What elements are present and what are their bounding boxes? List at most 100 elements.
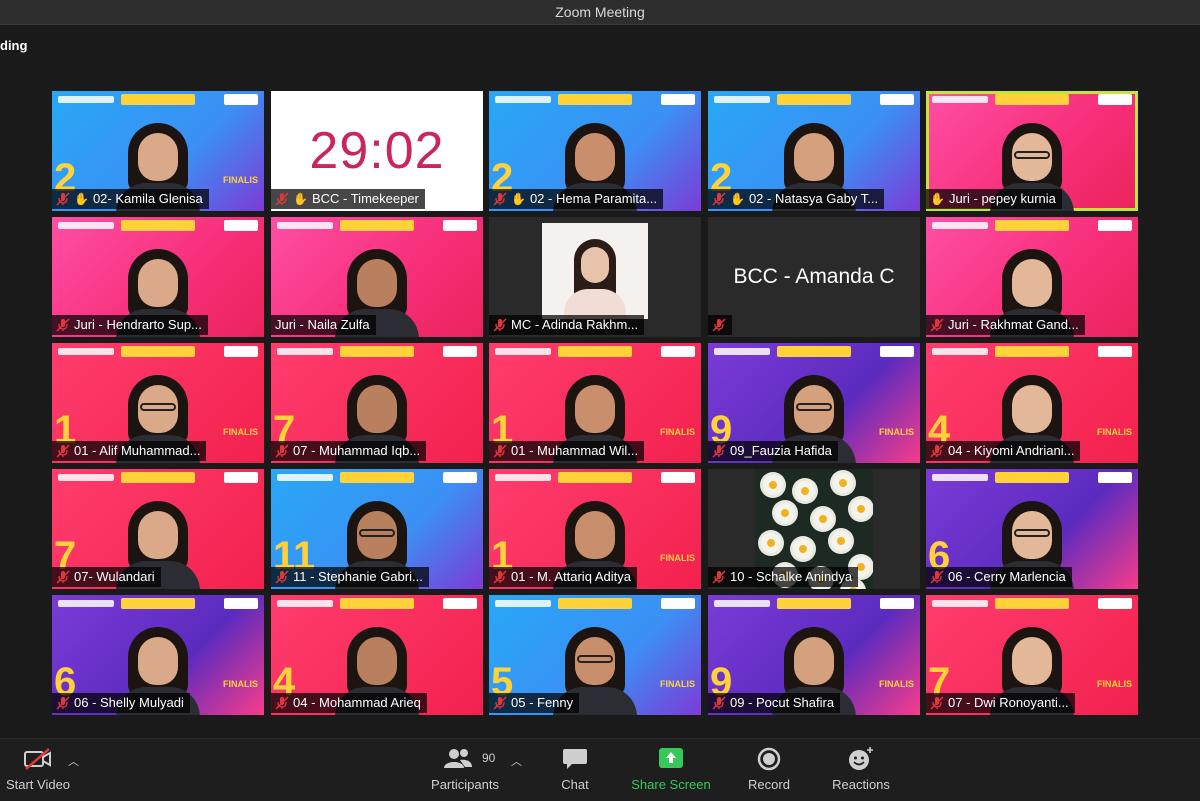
video-tile[interactable]: 6 FINALIS 06 - Shelly Mulyadi xyxy=(52,595,264,715)
mic-muted-icon xyxy=(56,318,70,332)
name-banner xyxy=(995,598,1069,609)
mic-muted-icon xyxy=(712,696,726,710)
participant-name: 09_Fauzia Hafida xyxy=(730,443,832,458)
raised-hand-icon: ✋ xyxy=(74,192,89,206)
recording-indicator: ding xyxy=(0,38,28,53)
video-tile[interactable]: 10 - Schalke Anindya xyxy=(708,469,920,589)
participant-name: MC - Adinda Rakhm... xyxy=(511,317,639,332)
video-tile[interactable]: 7 FINALIS 07 - Dwi Ronoyanti... xyxy=(926,595,1138,715)
mic-muted-icon xyxy=(275,444,289,458)
raised-hand-icon: ✋ xyxy=(511,192,526,206)
record-label: Record xyxy=(748,777,790,792)
participant-name-label: 07 - Muhammad Iqb... xyxy=(271,441,427,461)
sponsor-logos xyxy=(495,474,551,481)
participant-name: 02- Kamila Glenisa xyxy=(92,191,203,206)
video-tile[interactable]: 11 11 - Stephanie Gabri... xyxy=(271,469,483,589)
video-options-caret-icon[interactable]: ︿ xyxy=(68,753,79,769)
mic-muted-icon xyxy=(493,696,507,710)
participant-name-label: 09_Fauzia Hafida xyxy=(708,441,838,461)
video-tile[interactable]: MC - Adinda Rakhm... xyxy=(489,217,701,337)
participant-name: Juri - Rakhmat Gand... xyxy=(948,317,1079,332)
video-tile[interactable]: Juri - Naila Zulfa xyxy=(271,217,483,337)
video-tile[interactable]: 2 FINALIS ✋ 02- Kamila Glenisa xyxy=(52,91,264,211)
name-banner xyxy=(558,598,632,609)
sponsor-logos xyxy=(495,348,551,355)
start-video-label: Start Video xyxy=(5,777,71,792)
name-banner xyxy=(558,346,632,357)
reactions-icon xyxy=(847,747,875,774)
video-tile[interactable]: ✋ Juri - pepey kurnia xyxy=(926,91,1138,211)
participant-name: 11 - Stephanie Gabri... xyxy=(293,569,423,584)
participants-button[interactable]: 90 Participants xyxy=(420,739,510,801)
event-logo xyxy=(1098,472,1132,483)
event-logo xyxy=(224,598,258,609)
event-logo xyxy=(443,472,477,483)
video-tile[interactable]: 4 FINALIS 04 - Kiyomi Andriani... xyxy=(926,343,1138,463)
video-tile[interactable]: 1 FINALIS 01 - Alif Muhammad... xyxy=(52,343,264,463)
name-banner xyxy=(777,94,851,105)
name-banner xyxy=(995,472,1069,483)
event-logo xyxy=(880,94,914,105)
participant-name-label: 06 - Shelly Mulyadi xyxy=(52,693,190,713)
finalis-badge: FINALIS xyxy=(879,427,914,437)
video-tile[interactable]: 1 FINALIS 01 - Muhammad Wil... xyxy=(489,343,701,463)
finalis-badge: FINALIS xyxy=(1097,679,1132,689)
video-tile[interactable]: 1 FINALIS 01 - M. Attariq Aditya xyxy=(489,469,701,589)
mic-muted-icon xyxy=(930,570,944,584)
name-banner xyxy=(121,346,195,357)
participant-name-label: 01 - Muhammad Wil... xyxy=(489,441,645,461)
video-tile[interactable]: 9 FINALIS 09_Fauzia Hafida xyxy=(708,343,920,463)
participant-name-label: 05 - Fenny xyxy=(489,693,580,713)
name-banner xyxy=(777,346,851,357)
event-logo xyxy=(224,346,258,357)
sponsor-logos xyxy=(932,600,988,607)
participant-name-label: 01 - Alif Muhammad... xyxy=(52,441,207,461)
participant-name: 10 - Schalke Anindya xyxy=(730,569,853,584)
start-video-button[interactable]: Start Video xyxy=(0,739,76,801)
reactions-button[interactable]: Reactions xyxy=(824,739,898,801)
sponsor-logos xyxy=(277,222,333,229)
name-banner xyxy=(340,598,414,609)
participant-name-label: Juri - Rakhmat Gand... xyxy=(926,315,1085,335)
participant-name: 01 - Alif Muhammad... xyxy=(74,443,201,458)
finalis-badge: FINALIS xyxy=(879,679,914,689)
event-logo xyxy=(661,472,695,483)
video-tile[interactable]: Juri - Hendrarto Sup... xyxy=(52,217,264,337)
video-tile[interactable]: 29:02 ✋ BCC - Timekeeper xyxy=(271,91,483,211)
mic-muted-icon xyxy=(930,444,944,458)
video-tile[interactable]: 7 07- Wulandari xyxy=(52,469,264,589)
video-tile[interactable]: 7 07 - Muhammad Iqb... xyxy=(271,343,483,463)
video-tile[interactable]: BCC - Amanda C xyxy=(708,217,920,337)
participant-name: 02 - Hema Paramita... xyxy=(529,191,658,206)
record-button[interactable]: Record xyxy=(740,739,798,801)
sponsor-logos xyxy=(58,600,114,607)
participant-name-label: ✋ 02 - Natasya Gaby T... xyxy=(708,189,885,209)
finalis-badge: FINALIS xyxy=(660,553,695,563)
window-title-bar: Zoom Meeting xyxy=(0,0,1200,25)
participant-name-label: ✋ 02 - Hema Paramita... xyxy=(489,189,664,209)
sponsor-logos xyxy=(714,96,770,103)
video-tile[interactable]: Juri - Rakhmat Gand... xyxy=(926,217,1138,337)
mic-muted-icon xyxy=(493,570,507,584)
share-screen-button[interactable]: Share Screen xyxy=(624,739,718,801)
video-tile[interactable]: 4 04 - Mohammad Arieq xyxy=(271,595,483,715)
video-tile[interactable]: 6 06 - Cerry Marlencia xyxy=(926,469,1138,589)
participant-name: 02 - Natasya Gaby T... xyxy=(748,191,879,206)
video-tile[interactable]: 5 FINALIS 05 - Fenny xyxy=(489,595,701,715)
event-logo xyxy=(443,220,477,231)
name-banner xyxy=(777,598,851,609)
video-tile[interactable]: 2 ✋ 02 - Hema Paramita... xyxy=(489,91,701,211)
participants-count: 90 xyxy=(482,751,496,765)
mic-muted-icon xyxy=(56,696,70,710)
participant-name-label: ✋ 02- Kamila Glenisa xyxy=(52,189,209,209)
chat-button[interactable]: Chat xyxy=(545,739,605,801)
event-logo xyxy=(880,598,914,609)
window-title: Zoom Meeting xyxy=(555,4,645,20)
mic-muted-icon xyxy=(930,696,944,710)
participants-options-caret-icon[interactable]: ︿ xyxy=(511,753,522,769)
video-tile[interactable]: 2 ✋ 02 - Natasya Gaby T... xyxy=(708,91,920,211)
mic-muted-icon xyxy=(712,192,726,206)
participant-name-label: 01 - M. Attariq Aditya xyxy=(489,567,637,587)
video-tile[interactable]: 9 FINALIS 09 - Pocut Shafira xyxy=(708,595,920,715)
event-logo xyxy=(443,598,477,609)
